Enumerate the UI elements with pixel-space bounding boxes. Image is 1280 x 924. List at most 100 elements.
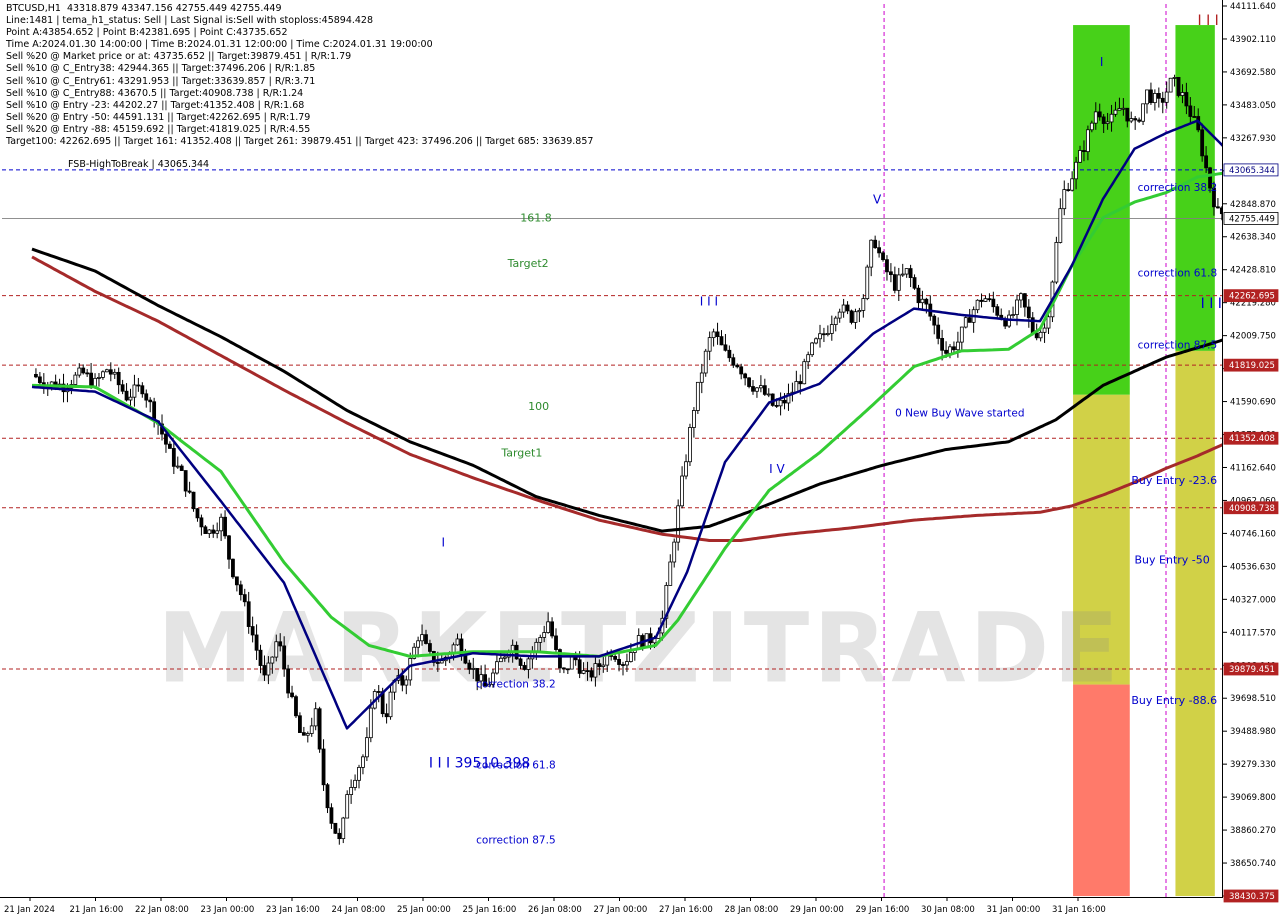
x-tick-label: 25 Jan 16:00 bbox=[463, 905, 517, 915]
candle-body bbox=[1157, 93, 1160, 98]
chart-annotation: Buy Entry -50 bbox=[1135, 553, 1210, 566]
candle bbox=[82, 364, 85, 374]
candle bbox=[97, 373, 100, 387]
candle bbox=[732, 354, 735, 368]
y-tick-label: 40746.160 bbox=[1230, 529, 1276, 539]
x-tick-label: 25 Jan 00:00 bbox=[397, 905, 451, 915]
candle-body bbox=[1142, 104, 1145, 121]
y-tick-label: 39698.510 bbox=[1230, 694, 1276, 704]
y-tick-label: 39069.800 bbox=[1230, 793, 1276, 803]
candle-body bbox=[1071, 179, 1074, 190]
candle-body bbox=[401, 676, 404, 685]
candle bbox=[834, 316, 837, 332]
chart-annotation: Buy Entry -23.6 bbox=[1131, 474, 1217, 487]
candle bbox=[1157, 88, 1160, 108]
candle-body bbox=[318, 709, 321, 749]
candle bbox=[791, 383, 794, 402]
candle bbox=[125, 383, 128, 401]
candle bbox=[141, 382, 144, 398]
candle-body bbox=[1189, 106, 1192, 117]
candle-body bbox=[101, 372, 104, 378]
candle-body bbox=[499, 658, 502, 661]
x-tick-label: 30 Jan 08:00 bbox=[921, 905, 975, 915]
candle bbox=[1067, 183, 1070, 192]
candle-body bbox=[1153, 93, 1156, 102]
candle bbox=[1019, 292, 1022, 307]
candle-body bbox=[551, 622, 554, 636]
candle-body bbox=[1090, 123, 1093, 130]
candle bbox=[86, 369, 89, 377]
chart-annotation: 100 bbox=[528, 400, 549, 413]
candle bbox=[1130, 112, 1133, 123]
candle bbox=[704, 349, 707, 377]
candle bbox=[866, 265, 869, 300]
candle-body bbox=[1039, 332, 1042, 337]
candle-body bbox=[755, 388, 758, 391]
candle-body bbox=[590, 671, 593, 677]
signal-zones bbox=[1073, 25, 1215, 896]
candle bbox=[1027, 299, 1030, 328]
candle bbox=[846, 301, 849, 314]
candle-body bbox=[1146, 90, 1149, 104]
candle-body bbox=[826, 333, 829, 334]
candle-body bbox=[1086, 130, 1089, 152]
candle bbox=[192, 492, 195, 512]
candle-body bbox=[1067, 190, 1070, 191]
y-tick-label: 40327.000 bbox=[1230, 595, 1276, 605]
candle-body bbox=[614, 656, 617, 659]
candle-body bbox=[212, 530, 215, 533]
candle bbox=[976, 299, 979, 313]
x-tick-label: 29 Jan 00:00 bbox=[790, 905, 844, 915]
candle-body bbox=[97, 377, 100, 378]
candle bbox=[716, 323, 719, 345]
candle-body bbox=[346, 795, 349, 818]
candle-body bbox=[129, 397, 132, 400]
candle-body bbox=[803, 362, 806, 384]
candle bbox=[1153, 89, 1156, 110]
candle-body bbox=[1216, 207, 1219, 208]
chart-annotation: correction 38.2 bbox=[1138, 182, 1217, 194]
candle-body bbox=[239, 585, 242, 595]
candle-body bbox=[696, 382, 699, 410]
info-line: Sell %20 @ Market price or at: 43735.652… bbox=[6, 51, 593, 63]
candle-body bbox=[1063, 190, 1066, 209]
candle-body bbox=[1098, 112, 1101, 117]
candle bbox=[196, 508, 199, 522]
info-line: Sell %10 @ C_Entry61: 43291.953 || Targe… bbox=[6, 76, 593, 88]
candle bbox=[972, 306, 975, 332]
candle-body bbox=[1126, 108, 1129, 121]
candle-body bbox=[1047, 317, 1050, 328]
candle bbox=[330, 803, 333, 829]
candle-body bbox=[365, 738, 368, 757]
candle-body bbox=[1094, 112, 1097, 123]
x-tick-label: 24 Jan 08:00 bbox=[332, 905, 386, 915]
candle bbox=[287, 665, 290, 698]
candle bbox=[34, 368, 37, 378]
candle-body bbox=[1122, 108, 1125, 109]
candle bbox=[807, 352, 810, 369]
candle-body bbox=[105, 370, 108, 372]
candle-body bbox=[263, 666, 266, 675]
price-badge-label: 41819.025 bbox=[1229, 361, 1275, 371]
candle-body bbox=[86, 373, 89, 374]
candle-body bbox=[259, 650, 262, 665]
candle-body bbox=[456, 639, 459, 645]
candle bbox=[889, 263, 892, 282]
candle-body bbox=[566, 669, 569, 670]
candle-body bbox=[1015, 300, 1018, 315]
candle-body bbox=[255, 635, 258, 650]
candle-body bbox=[1118, 109, 1121, 111]
candle bbox=[354, 774, 357, 790]
candle bbox=[1149, 83, 1152, 105]
candle-body bbox=[291, 693, 294, 697]
candle bbox=[306, 731, 309, 742]
chart-annotation: correction 38.2 bbox=[476, 679, 555, 691]
candle-body bbox=[267, 663, 270, 675]
candle-body bbox=[200, 518, 203, 527]
candle bbox=[1216, 198, 1219, 209]
candle bbox=[874, 236, 877, 249]
candle-body bbox=[149, 400, 152, 402]
signal-zone bbox=[1073, 685, 1130, 896]
candle bbox=[838, 309, 841, 323]
candle-body bbox=[598, 664, 601, 667]
